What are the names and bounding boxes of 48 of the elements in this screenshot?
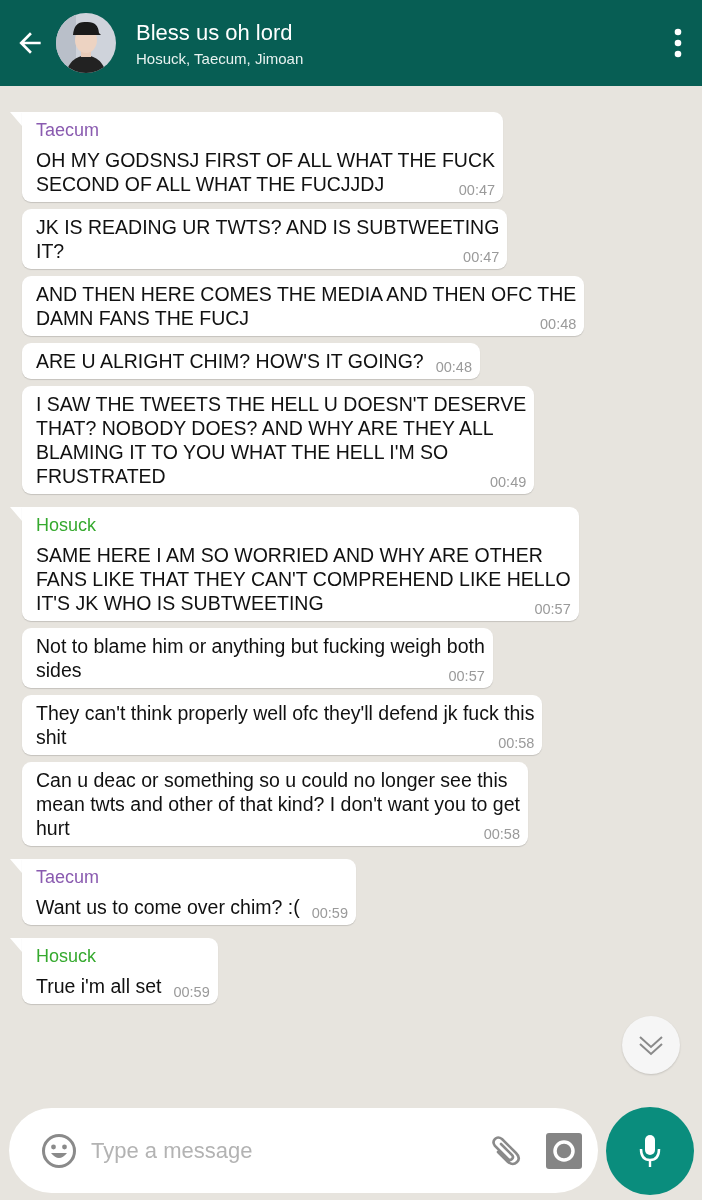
camera-icon[interactable] (546, 1132, 582, 1169)
message-text: Can u deac or something so u could no longer see this mean twts and other of that kind? I don't want you to get hurt 00:58 (36, 768, 520, 840)
message-time: 00:47 (463, 249, 500, 265)
message-bubble[interactable]: Hosuck SAME HERE I AM SO WORRIED AND WHY ARE OTHER FANS LIKE THAT THEY CAN'T COMPREHEND LIKE HELLO IT'S JK WHO IS SUBTWEETING 00:57 (22, 507, 579, 621)
message-time: 00:58 (483, 826, 520, 842)
message-time: 00:57 (448, 668, 485, 684)
chat-title: Bless us oh lord (136, 19, 294, 46)
message-input[interactable]: Type a message (89, 1136, 474, 1165)
message-time: 00:48 (540, 316, 577, 332)
message-text: SAME HERE I AM SO WORRIED AND WHY ARE OTHER FANS LIKE THAT THEY CAN'T COMPREHEND LIKE HELLO IT'S JK WHO IS SUBTWEETING 00:57 (36, 543, 571, 615)
message-text: JK IS READING UR TWTS? AND IS SUBTWEETING IT? 00:47 (36, 215, 500, 263)
message-time: 00:57 (534, 601, 571, 617)
message-time: 00:47 (458, 182, 496, 198)
message-bubble[interactable]: AND THEN HERE COMES THE MEDIA AND THEN OFC THE DAMN FANS THE FUCJ 00:48 (22, 276, 585, 336)
message-bubble[interactable]: Not to blame him or anything but fucking weigh both sides 00:57 (22, 628, 493, 688)
smiley-icon[interactable] (41, 1132, 77, 1169)
bubble-tail (10, 938, 22, 952)
bubble-tail (10, 859, 22, 873)
message-bubble[interactable]: ARE U ALRIGHT CHIM? HOW'S IT GOING? 00:48 (22, 343, 480, 379)
message-text: AND THEN HERE COMES THE MEDIA AND THEN OFC THE DAMN FANS THE FUCJ 00:48 (36, 282, 577, 330)
message-bubble[interactable]: Hosuck True i'm all set 00:59 (22, 938, 218, 1004)
microphone-icon (638, 1132, 662, 1169)
message-text: True i'm all set 00:59 (36, 974, 210, 998)
message-bubble[interactable]: They can't think properly well ofc they'll defend jk fuck this shit 00:58 (22, 695, 543, 755)
sender-name: Taecum (36, 867, 101, 888)
message-time: 00:59 (311, 905, 348, 921)
message-bubble[interactable]: Taecum OH MY GODSNSJ FIRST OF ALL WHAT THE FUCK SECOND OF ALL WHAT THE FUCJJDJ 00:47 (22, 112, 504, 202)
message-time: 00:48 (435, 359, 472, 375)
scroll-down-button[interactable] (622, 1016, 680, 1074)
participants: Hosuck, Taecum, Jimoan (136, 49, 305, 67)
message-bubble[interactable]: Taecum Want us to come over chim? :( 00:59 (22, 859, 356, 925)
message-bubble[interactable]: JK IS READING UR TWTS? AND IS SUBTWEETING IT? 00:47 (22, 209, 508, 269)
more-options-icon[interactable] (674, 28, 682, 58)
message-time: 00:59 (173, 984, 210, 1000)
message-bubble[interactable]: Can u deac or something so u could no longer see this mean twts and other of that kind? I don't want you to get hurt 00:58 (22, 762, 528, 846)
sender-name: Taecum (36, 120, 101, 141)
bubble-tail (10, 112, 22, 126)
message-text: Not to blame him or anything but fucking weigh both sides 00:57 (36, 634, 485, 682)
message-time: 00:58 (498, 735, 535, 751)
sender-name: Hosuck (36, 515, 98, 536)
message-text: Want us to come over chim? :( 00:59 (36, 895, 348, 919)
chevron-down-icon (637, 1033, 665, 1057)
message-text: They can't think properly well ofc they'll defend jk fuck this shit 00:58 (36, 701, 535, 749)
message-time: 00:49 (489, 474, 527, 490)
message-text: OH MY GODSNSJ FIRST OF ALL WHAT THE FUCK SECOND OF ALL WHAT THE FUCJJDJ 00:47 (36, 148, 496, 196)
sender-name: Hosuck (36, 946, 98, 967)
bubble-tail (10, 507, 22, 521)
message-text: ARE U ALRIGHT CHIM? HOW'S IT GOING? 00:48 (36, 349, 472, 373)
